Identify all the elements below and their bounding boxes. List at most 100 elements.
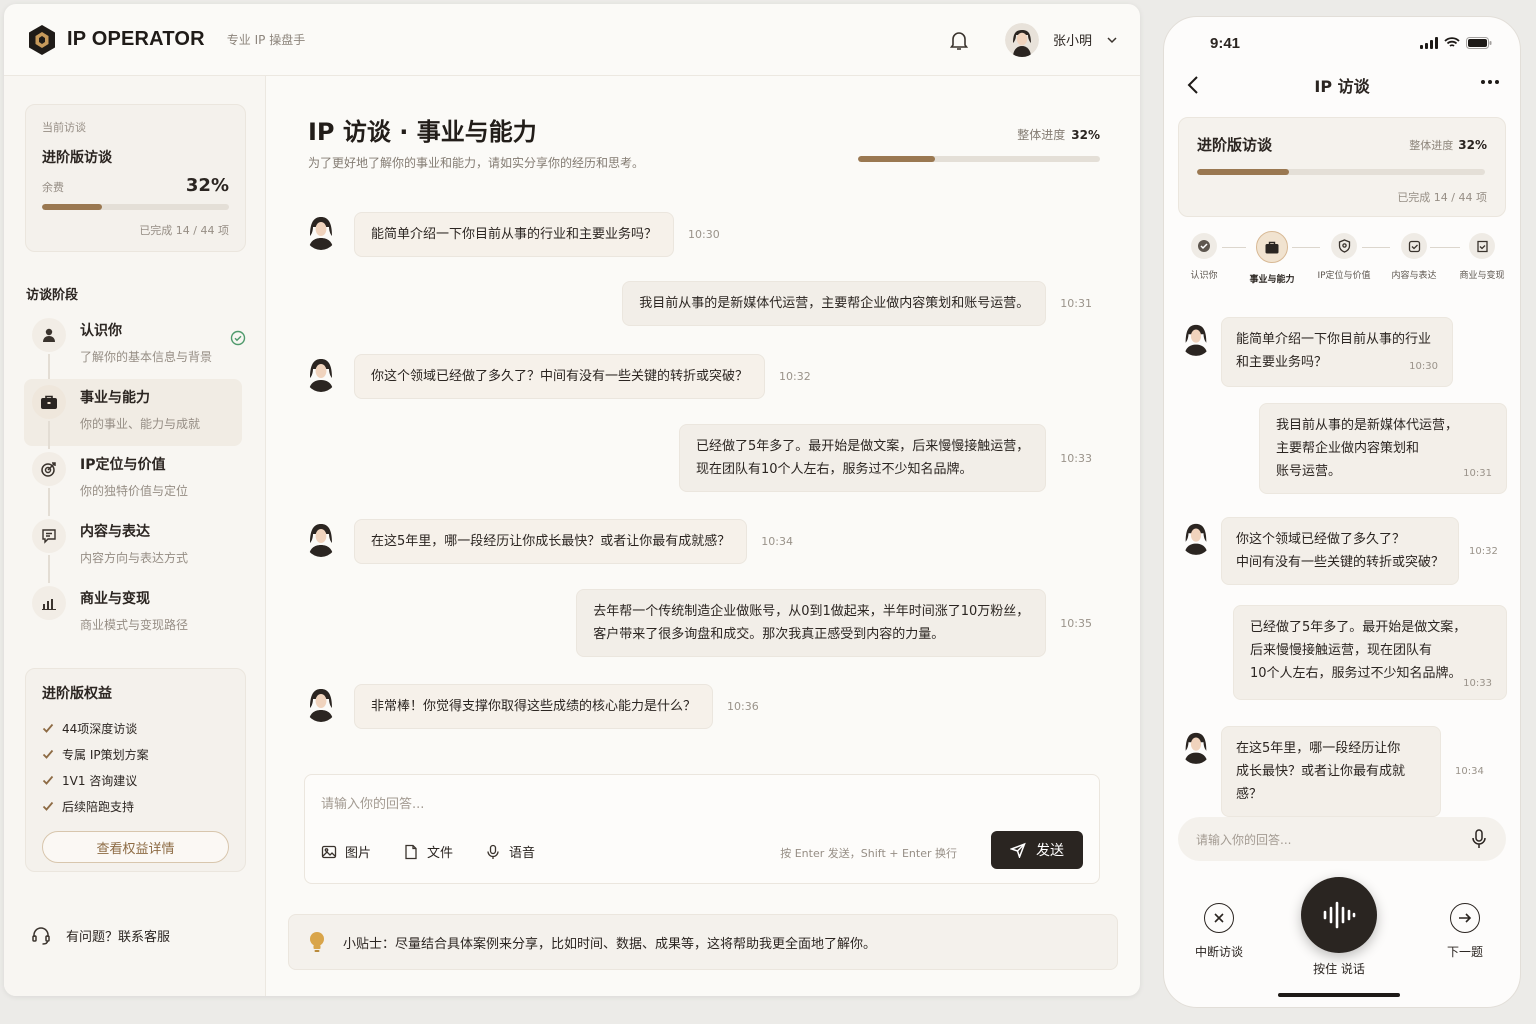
stage-item-career[interactable]: 事业与能力你的事业、能力与成就 — [24, 379, 242, 449]
stage-item-business[interactable]: 商业与变现 商业模式与变现路径 — [24, 580, 248, 647]
contact-support-link[interactable]: 有问题？联系客服 — [30, 924, 170, 946]
lightbulb-icon — [310, 932, 324, 952]
benefit-label: 44项深度访谈 — [62, 721, 138, 736]
message-time: 10:32 — [1469, 545, 1498, 557]
benefit-item: 44项深度访谈 — [42, 715, 229, 741]
view-benefits-button[interactable]: 查看权益详情 — [42, 831, 229, 863]
stage-name: 事业与能力 — [80, 390, 150, 406]
check-icon — [42, 775, 54, 785]
logo[interactable]: IP OPERATOR — [26, 24, 205, 56]
status-bar: 9:41 — [1210, 33, 1492, 53]
message-text: 在这5年里，哪一段经历让你 — [1236, 741, 1401, 756]
sidebar: 当前访谈 进阶版访谈 余费 32% 已完成 14 / 44 项 访谈阶段 认识你… — [4, 76, 266, 996]
more-icon[interactable] — [1480, 79, 1500, 85]
logo-text: IP OPERATOR — [67, 28, 205, 50]
stage-name: IP定位与价值 — [80, 457, 166, 473]
progress-fill — [42, 204, 102, 210]
logo-icon — [29, 24, 55, 55]
step-positioning[interactable]: IP定位与价值 — [1309, 231, 1379, 281]
answer-input-box[interactable]: 请输入你的回答... 图片 文件 语音 按 Enter 发送，Shift + E… — [304, 774, 1100, 884]
image-button[interactable]: 图片 — [321, 842, 371, 861]
stage-item-intro[interactable]: 认识你 了解你的基本信息与背景 — [24, 312, 248, 382]
phone-overall: 整体进度 32% — [1409, 137, 1487, 153]
step-intro[interactable]: 认识你 — [1169, 231, 1239, 281]
phone-answer-input[interactable]: 请输入你的回答... — [1178, 817, 1506, 861]
phone-card-title: 进阶版访谈 — [1197, 136, 1273, 154]
step-career[interactable]: 事业与能力 — [1237, 231, 1307, 285]
send-hint: 按 Enter 发送，Shift + Enter 换行 — [780, 847, 957, 860]
stage-connector — [48, 354, 50, 382]
status-icons — [1420, 37, 1492, 49]
question-bubble: 你这个领域已经做了多久了？中间有没有一些关键的转折或突破？ — [354, 354, 766, 399]
message-time: 10:34 — [1455, 766, 1484, 777]
phone-chat-message: 能简单介绍一下你目前从事的行业 和主要业务吗？ 10:30 — [1221, 317, 1453, 387]
message-text: 成长最快？或者让你最有成就感？ — [1236, 764, 1406, 802]
message-text: 账号运营。 — [1276, 464, 1342, 479]
headset-icon — [32, 927, 50, 945]
file-button[interactable]: 文件 — [403, 842, 453, 861]
phone-overall-label: 整体进度 — [1409, 138, 1454, 152]
bell-icon[interactable] — [947, 28, 971, 52]
next-label: 下一题 — [1446, 945, 1483, 959]
stage-desc: 内容方向与表达方式 — [80, 551, 189, 565]
message-text: 非常棒！你觉得支撑你取得这些成绩的核心能力是什么？ — [371, 699, 697, 714]
image-icon — [321, 845, 337, 858]
step-label: 认识你 — [1190, 271, 1218, 281]
question-bubble: 能简单介绍一下你目前从事的行业 和主要业务吗？ 10:30 — [1221, 317, 1453, 387]
step-label: 事业与能力 — [1249, 275, 1295, 285]
input-tools: 图片 文件 语音 — [321, 842, 535, 861]
tagline: 专业 IP 操盘手 — [226, 33, 306, 47]
message-text: 我目前从事的是新媒体代运营，主要帮企业做内容策划和账号运营。 — [639, 296, 1030, 311]
send-button[interactable]: 发送 — [991, 831, 1083, 869]
question-bubble: 非常棒！你觉得支撑你取得这些成绩的核心能力是什么？ — [354, 684, 714, 729]
chat-message: 已经做了5年多了。最开始是做文案，后来慢慢接触运营， 现在团队有10个人左右，服务… — [679, 424, 1092, 492]
voice-label: 语音 — [509, 846, 536, 861]
help-text: 有问题？联系客服 — [66, 929, 171, 945]
benefit-label: 1V1 咨询建议 — [62, 773, 138, 788]
back-icon[interactable] — [1186, 75, 1200, 95]
chart-icon — [32, 586, 66, 620]
stages-title: 访谈阶段 — [26, 288, 79, 303]
phone-stage-steps: 认识你 事业与能力 IP定位与价值 内容与表达 商业与变现 — [1174, 231, 1514, 287]
chevron-down-icon[interactable] — [1106, 34, 1118, 46]
step-label: IP定位与价值 — [1317, 271, 1371, 281]
hold-to-talk-button[interactable] — [1301, 877, 1377, 953]
chat-message: 你这个领域已经做了多久了？中间有没有一些关键的转折或突破？ 10:32 — [354, 354, 811, 399]
answer-bubble: 我目前从事的是新媒体代运营，主要帮企业做内容策划和账号运营。 — [622, 281, 1047, 326]
check-icon — [42, 749, 54, 759]
avatar[interactable] — [1004, 22, 1039, 57]
stage-desc: 你的事业、能力与成就 — [80, 417, 201, 431]
overall-progress-fill — [858, 156, 936, 162]
stop-interview-button[interactable]: 中断访谈 — [1186, 903, 1252, 960]
doc-check-icon — [1401, 233, 1427, 259]
chat-message: 非常棒！你觉得支撑你取得这些成绩的核心能力是什么？ 10:36 — [354, 684, 759, 729]
answer-input[interactable]: 请输入你的回答... — [321, 793, 424, 812]
status-time: 9:41 — [1210, 34, 1241, 52]
message-text: 你这个领域已经做了多久了？中间有没有一些关键的转折或突破？ — [371, 369, 749, 384]
message-text: 你这个领域已经做了多久了？ — [1236, 532, 1406, 547]
stage-item-positioning[interactable]: IP定位与价值 你的独特价值与定位 — [24, 446, 248, 516]
user-name[interactable]: 张小明 — [1053, 30, 1092, 49]
chat-message: 去年帮一个传统制造企业做账号，从0到1做起来，半年时间涨了10万粉丝， 客户带来了… — [576, 589, 1092, 657]
step-business[interactable]: 商业与变现 — [1447, 231, 1517, 281]
mobile-preview: 9:41 IP 访谈 进阶版访谈 整体进度 32% 已完成 14 / 44 项 认… — [1163, 16, 1521, 1008]
step-label: 内容与表达 — [1391, 271, 1437, 281]
benefit-label: 后续陪跑支持 — [62, 799, 135, 814]
top-bar: IP OPERATOR 专业 IP 操盘手 张小明 — [4, 4, 1140, 76]
message-text: 我目前从事的是新媒体代运营， — [1276, 418, 1459, 433]
microphone-icon[interactable] — [1470, 829, 1488, 849]
step-content[interactable]: 内容与表达 — [1379, 231, 1449, 281]
completed-count: 已完成 14 / 44 项 — [139, 224, 229, 237]
close-icon — [1204, 903, 1234, 933]
stage-connector — [48, 555, 50, 583]
phone-completed-count: 已完成 14 / 44 项 — [1397, 191, 1487, 204]
next-question-button[interactable]: 下一题 — [1432, 903, 1498, 960]
stage-item-content[interactable]: 内容与表达 内容方向与表达方式 — [24, 513, 248, 583]
message-text: 已经做了5年多了。最开始是做文案，后来慢慢接触运营， — [696, 439, 1030, 454]
voice-button[interactable]: 语音 — [485, 842, 535, 861]
tag-check-icon — [1469, 233, 1495, 259]
answer-bubble: 已经做了5年多了。最开始是做文案， 后来慢慢接触运营，现在团队有 10个人左右，… — [1233, 605, 1507, 700]
avatar — [304, 684, 338, 722]
current-label: 当前访谈 — [42, 121, 86, 134]
avatar — [1180, 728, 1212, 764]
